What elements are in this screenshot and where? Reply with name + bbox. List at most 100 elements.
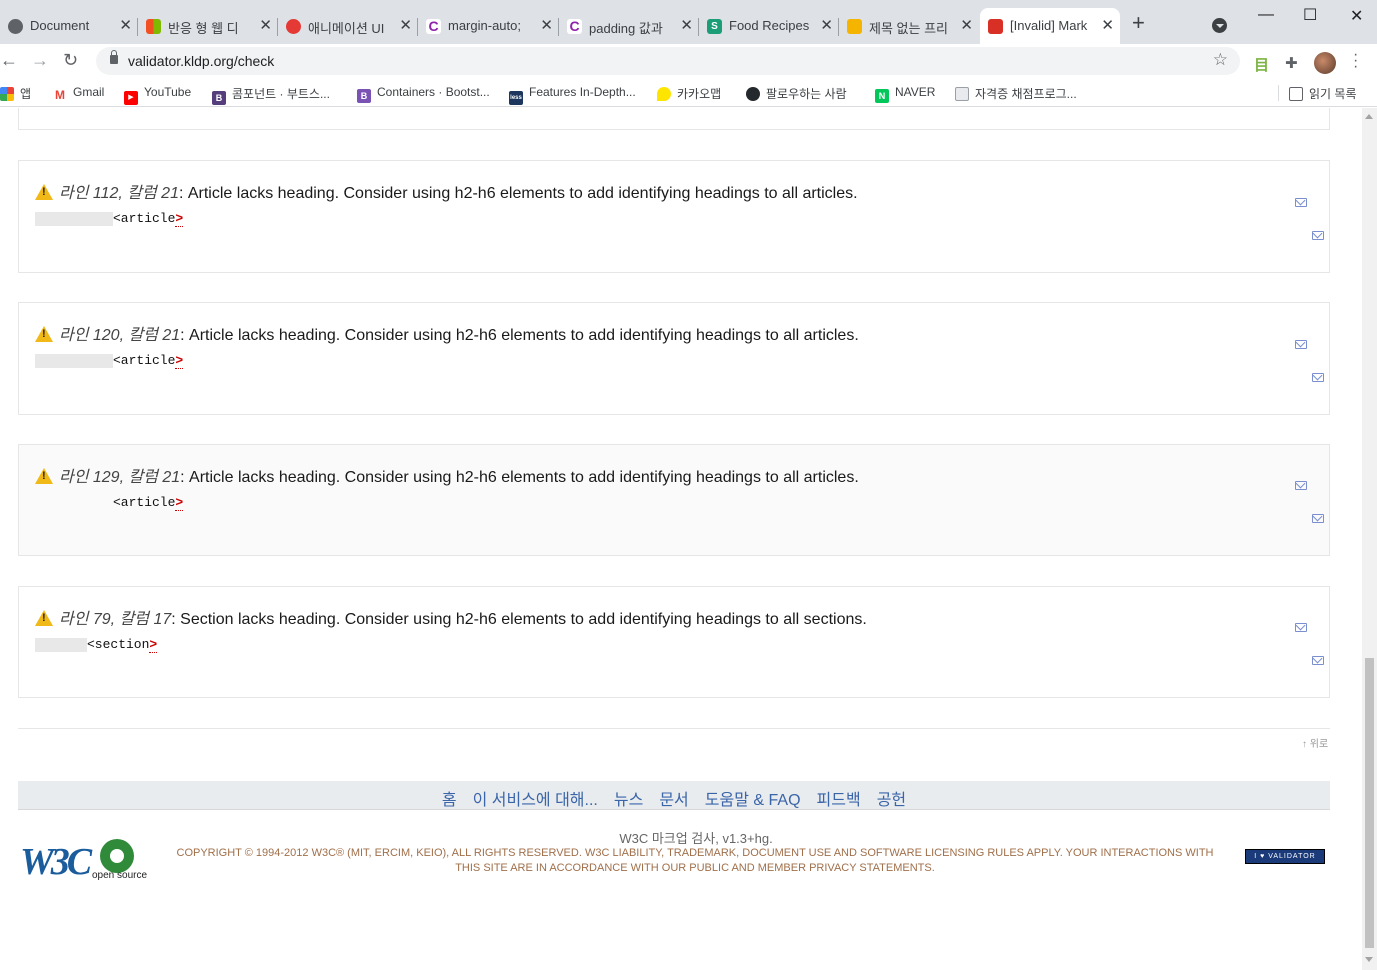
slides-icon xyxy=(847,19,862,34)
copyright-line: COPYRIGHT © 1994-2012 W3C® (MIT, ERCIM, … xyxy=(176,847,1214,859)
bookmark-apps[interactable]: 앱 xyxy=(0,85,31,102)
footer-link-home[interactable]: 홈 xyxy=(442,786,457,810)
mail-icon[interactable] xyxy=(1295,198,1307,207)
source-code: <article xyxy=(113,353,176,369)
url-text[interactable]: validator.kldp.org/check xyxy=(128,53,274,69)
scrollbar-thumb[interactable] xyxy=(1365,658,1374,948)
close-icon[interactable]: ✕ xyxy=(119,16,132,34)
c-logo-icon: C xyxy=(567,19,582,34)
new-tab-button[interactable]: + xyxy=(1132,12,1145,34)
tab-title: 애니메이션 UI xyxy=(308,21,385,36)
validator-version: W3C 마크업 검사, v1.3+hg. xyxy=(619,831,773,846)
address-bar[interactable]: validator.kldp.org/check ☆ xyxy=(96,47,1240,75)
close-icon[interactable]: ✕ xyxy=(1101,16,1114,34)
w3c-logo[interactable]: W3C xyxy=(20,840,92,884)
extension-ladder-icon[interactable]: 目 xyxy=(1254,54,1269,75)
apps-grid-icon xyxy=(0,87,14,101)
footer-link-help-faq[interactable]: 도움말 & FAQ xyxy=(705,786,801,810)
bookmark-naver[interactable]: N NAVER xyxy=(875,85,935,103)
maximize-button[interactable]: ☐ xyxy=(1303,5,1317,25)
footer-link-news[interactable]: 뉴스 xyxy=(614,786,643,810)
tab-title: 반응 형 웹 디 xyxy=(168,21,239,36)
warning-icon xyxy=(35,468,53,484)
message-text: 라인 129, 칼럼 21: Article lacks heading. Co… xyxy=(35,463,859,487)
mail-icon[interactable] xyxy=(1295,623,1307,632)
tab-food-recipes[interactable]: S Food Recipes ✕ xyxy=(699,8,839,44)
bookmark-kakaomap[interactable]: 카카오맵 xyxy=(657,85,721,102)
mail-icon[interactable] xyxy=(1295,481,1307,490)
close-icon[interactable]: ✕ xyxy=(540,16,553,34)
tab-strip: Document ✕ 반응 형 웹 디 ✕ 애니메이션 UI ✕ C margi… xyxy=(0,0,1377,44)
tab-animation[interactable]: 애니메이션 UI ✕ xyxy=(278,8,418,44)
back-arrow-icon[interactable]: ← xyxy=(0,50,18,71)
puzzle-extensions-icon[interactable]: ✚ xyxy=(1285,54,1298,72)
window-close-button[interactable]: ✕ xyxy=(1350,6,1363,26)
close-icon[interactable]: ✕ xyxy=(259,16,272,34)
message-location[interactable]: 라인 120, 칼럼 21 xyxy=(59,327,180,344)
forward-arrow-icon[interactable]: → xyxy=(31,50,49,71)
tab-search-icon[interactable] xyxy=(1212,18,1227,33)
bookmark-label: YouTube xyxy=(144,85,192,99)
warning-icon xyxy=(35,184,53,200)
message-card: 라인 120, 칼럼 21: Article lacks heading. Co… xyxy=(18,302,1330,415)
tab-padding[interactable]: C padding 값과 ✕ xyxy=(559,8,699,44)
footer-link-about[interactable]: 이 서비스에 대해... xyxy=(473,786,598,810)
bookmark-github-following[interactable]: 팔로우하는 사람 xyxy=(746,85,847,102)
message-location[interactable]: 라인 129, 칼럼 21 xyxy=(59,469,180,486)
tab-title: margin-auto; xyxy=(448,18,521,33)
w3c-icon xyxy=(988,19,1003,34)
source-extract: <article> xyxy=(35,211,184,227)
github-icon xyxy=(746,87,760,101)
mail-icon[interactable] xyxy=(1312,514,1324,523)
bookmark-less-features[interactable]: less Features In-Depth... xyxy=(509,85,636,105)
bookmark-star-icon[interactable]: ☆ xyxy=(1213,50,1228,70)
message-body: : Section lacks heading. Consider using … xyxy=(171,611,867,628)
tab-margin-auto[interactable]: C margin-auto; ✕ xyxy=(418,8,559,44)
mail-icon[interactable] xyxy=(1312,231,1324,240)
footer-link-docs[interactable]: 문서 xyxy=(659,786,688,810)
source-extract: <article> xyxy=(35,353,184,369)
reload-icon[interactable]: ↻ xyxy=(63,50,78,71)
tab-title: Food Recipes xyxy=(729,18,809,33)
vertical-scrollbar[interactable] xyxy=(1362,108,1377,970)
bookmark-gmail[interactable]: M Gmail xyxy=(53,85,104,102)
close-icon[interactable]: ✕ xyxy=(399,16,412,34)
tab-slides[interactable]: 제목 없는 프리 ✕ xyxy=(839,8,979,44)
bookmark-bootstrap-components[interactable]: B 콤포넌트 · 부트스... xyxy=(212,85,330,105)
windows-icon xyxy=(146,19,161,34)
close-icon[interactable]: ✕ xyxy=(960,16,973,34)
back-to-top-link[interactable]: ↑ 위로 xyxy=(1302,735,1328,750)
mail-icon[interactable] xyxy=(1312,373,1324,382)
minimize-button[interactable]: — xyxy=(1258,6,1274,24)
bookmark-grading-program[interactable]: 자격증 채점프로그... xyxy=(955,85,1077,102)
scroll-down-arrow-icon[interactable] xyxy=(1365,957,1373,962)
bookmark-bootstrap-containers[interactable]: B Containers · Bootst... xyxy=(357,85,490,103)
i-love-validator-badge[interactable]: I ♥ VALIDATOR xyxy=(1245,849,1325,864)
youtube-icon: ▶ xyxy=(124,91,138,105)
c-logo-icon: C xyxy=(426,19,441,34)
reading-list[interactable]: 읽기 목록 xyxy=(1289,85,1357,102)
tab-responsive[interactable]: 반응 형 웹 디 ✕ xyxy=(138,8,278,44)
document-icon xyxy=(955,87,969,101)
scroll-up-arrow-icon[interactable] xyxy=(1365,114,1373,119)
message-location[interactable]: 라인 79, 칼럼 17 xyxy=(59,611,171,628)
footer-link-feedback[interactable]: 피드백 xyxy=(817,786,861,810)
mail-icon[interactable] xyxy=(1312,656,1324,665)
close-icon[interactable]: ✕ xyxy=(820,16,833,34)
tab-validator-active[interactable]: [Invalid] Mark ✕ xyxy=(980,8,1120,44)
more-menu-icon[interactable]: · · · xyxy=(1353,47,1358,75)
close-icon[interactable]: ✕ xyxy=(680,16,693,34)
profile-avatar[interactable] xyxy=(1314,52,1336,74)
tab-title: padding 값과 xyxy=(589,21,663,36)
footer-link-contribute[interactable]: 공헌 xyxy=(877,786,906,810)
lock-icon xyxy=(110,50,118,64)
open-source-logo-icon[interactable] xyxy=(100,839,134,873)
message-location[interactable]: 라인 112, 칼럼 21 xyxy=(59,185,179,202)
mail-icon[interactable] xyxy=(1295,340,1307,349)
tab-document[interactable]: Document ✕ xyxy=(0,8,138,44)
s-logo-icon: S xyxy=(707,19,722,34)
tab-title: [Invalid] Mark xyxy=(1010,18,1088,33)
bookmark-youtube[interactable]: ▶ YouTube xyxy=(124,85,191,105)
tab-title: 제목 없는 프리 xyxy=(869,21,948,36)
less-icon: less xyxy=(509,91,523,105)
